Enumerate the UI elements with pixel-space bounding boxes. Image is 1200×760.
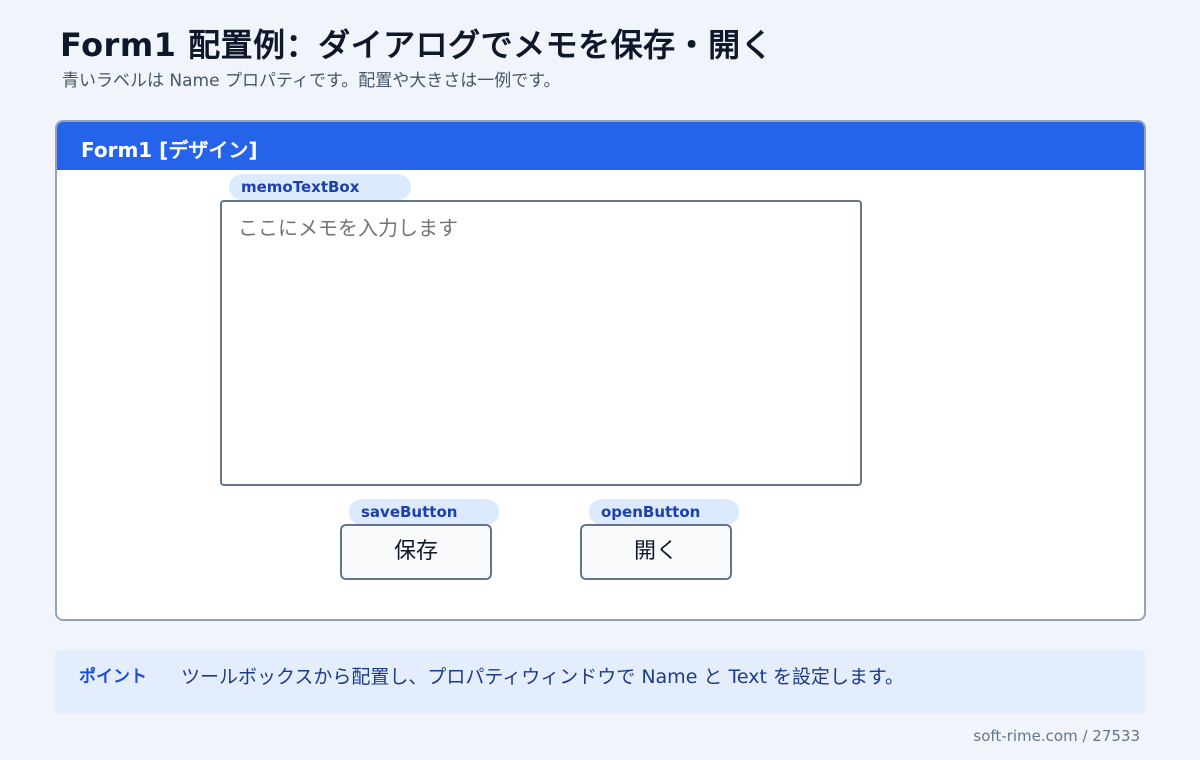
form-title: Form1 [デザイン] — [81, 138, 258, 162]
page-subtitle: 青いラベルは Name プロパティです。配置や大きさは一例です。 — [62, 71, 561, 91]
save-button-name-label: saveButton — [349, 499, 499, 525]
footer-credit: soft-rime.com / 27533 — [973, 727, 1140, 745]
open-button[interactable]: 開く — [580, 524, 732, 580]
page-title: Form1 配置例：ダイアログでメモを保存・開く — [60, 26, 774, 64]
open-button-name-label: openButton — [589, 499, 739, 525]
form-titlebar: Form1 [デザイン] — [57, 122, 1144, 170]
form-designer-window: Form1 [デザイン] memoTextBox saveButton 保存 o… — [55, 120, 1146, 621]
memo-textbox-name-label: memoTextBox — [229, 174, 411, 200]
tip-text: ツールボックスから配置し、プロパティウィンドウで Name と Text を設定… — [181, 666, 905, 688]
tip-box: ポイント ツールボックスから配置し、プロパティウィンドウで Name と Tex… — [55, 650, 1145, 714]
save-button[interactable]: 保存 — [340, 524, 492, 580]
memo-textbox[interactable] — [220, 200, 862, 486]
tip-label: ポイント — [79, 667, 147, 687]
